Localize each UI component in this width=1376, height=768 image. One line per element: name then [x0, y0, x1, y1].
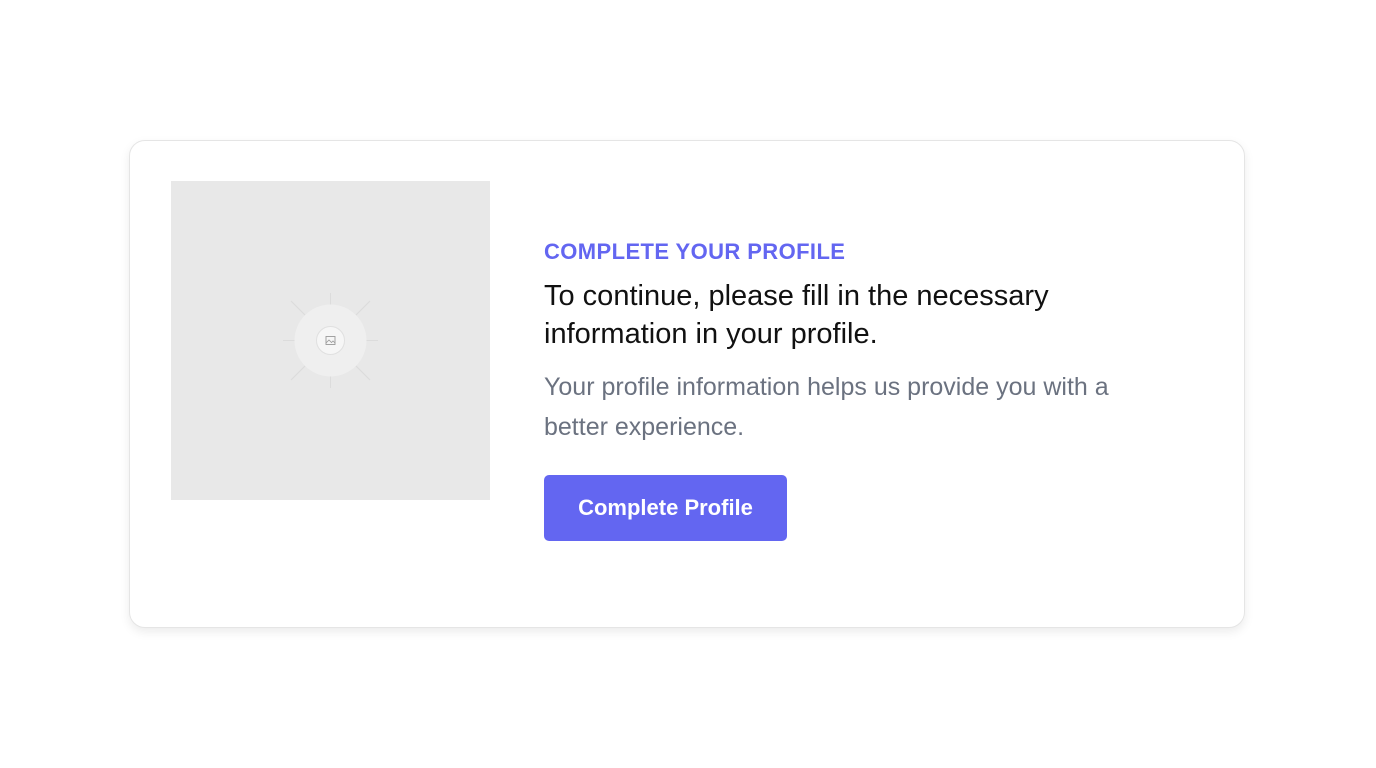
page-title: To continue, please fill in the necessar… [544, 280, 1049, 350]
eyebrow-label: COMPLETE YOUR PROFILE [544, 239, 846, 264]
profile-prompt-card: COMPLETE YOUR PROFILE To continue, pleas… [129, 140, 1245, 628]
complete-profile-button[interactable]: Complete Profile [544, 475, 787, 541]
profile-prompt-content: COMPLETE YOUR PROFILE To continue, pleas… [544, 237, 1144, 541]
image-placeholder-icon [283, 293, 378, 388]
description-text: Your profile information helps us provid… [544, 373, 1109, 441]
image-placeholder [171, 181, 490, 500]
